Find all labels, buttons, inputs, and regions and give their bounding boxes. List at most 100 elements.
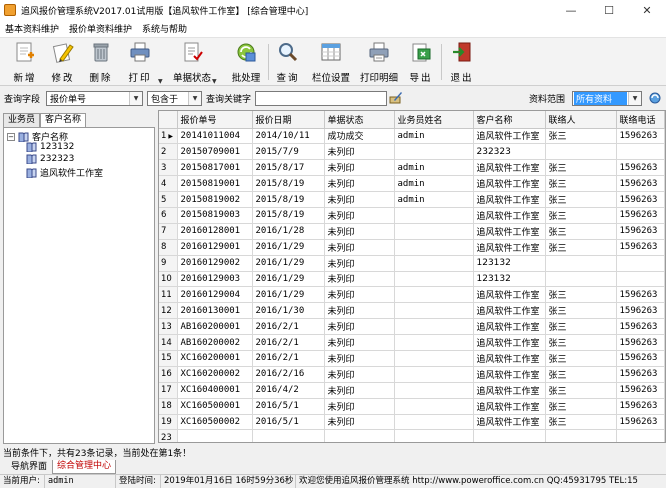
table-cell[interactable]: 张三: [545, 239, 617, 256]
table-cell[interactable]: [394, 398, 474, 415]
row-number[interactable]: 4: [159, 175, 178, 193]
table-cell[interactable]: 追风软件工作室: [473, 398, 546, 415]
query-keyword-input[interactable]: [255, 90, 387, 106]
table-cell[interactable]: [394, 382, 474, 399]
table-cell[interactable]: 20150819003: [177, 207, 253, 224]
table-cell[interactable]: 2015/7/9: [252, 143, 325, 161]
table-cell[interactable]: 张三: [545, 398, 617, 415]
table-row[interactable]: 2 20150709001 2015/7/9 未列印 232323: [159, 143, 665, 161]
table-cell[interactable]: [394, 366, 474, 383]
table-cell[interactable]: [394, 239, 474, 256]
column-header[interactable]: 客户名称: [473, 111, 546, 129]
tab-salesperson[interactable]: 业务员: [3, 113, 41, 127]
table-cell[interactable]: [616, 255, 665, 272]
table-cell[interactable]: 2016/1/29: [252, 271, 325, 288]
column-header[interactable]: 单据状态: [324, 111, 395, 129]
table-cell[interactable]: 未列印: [324, 350, 395, 367]
table-cell[interactable]: [394, 207, 474, 224]
table-cell[interactable]: 追风软件工作室: [473, 334, 546, 351]
table-cell[interactable]: [545, 429, 617, 442]
table-cell[interactable]: XC160500001: [177, 398, 253, 415]
row-number[interactable]: 18: [159, 398, 178, 415]
row-number[interactable]: 8: [159, 239, 178, 256]
table-cell[interactable]: 1596263: [616, 286, 665, 304]
table-cell[interactable]: [394, 414, 474, 431]
columns-button[interactable]: 栏位设置: [309, 41, 353, 84]
row-number[interactable]: 9: [159, 255, 178, 272]
table-cell[interactable]: [616, 271, 665, 288]
table-cell[interactable]: 2016/1/30: [252, 302, 325, 320]
table-cell[interactable]: 追风软件工作室: [473, 239, 546, 256]
menu-system-help[interactable]: 系统与帮助: [137, 22, 192, 35]
table-cell[interactable]: 2016/2/16: [252, 366, 325, 383]
table-cell[interactable]: 追风软件工作室: [473, 159, 546, 177]
table-cell[interactable]: [394, 271, 474, 288]
table-cell[interactable]: 未列印: [324, 191, 395, 208]
table-cell[interactable]: 追风软件工作室: [473, 318, 546, 336]
new-button[interactable]: 新增: [5, 41, 45, 84]
table-cell[interactable]: 张三: [545, 302, 617, 320]
table-cell[interactable]: 20160129004: [177, 286, 253, 304]
table-cell[interactable]: [616, 429, 665, 442]
table-cell[interactable]: 2016/1/29: [252, 255, 325, 272]
table-cell[interactable]: 1596263: [616, 239, 665, 256]
table-cell[interactable]: 追风软件工作室: [473, 207, 546, 224]
table-cell[interactable]: 张三: [545, 318, 617, 336]
column-header[interactable]: 报价单号: [177, 111, 253, 129]
table-row[interactable]: 16 XC160200002 2016/2/16 未列印 追风软件工作室 张三 159626…: [159, 366, 665, 383]
table-cell[interactable]: 2015/8/19: [252, 207, 325, 224]
table-cell[interactable]: [545, 271, 617, 288]
table-cell[interactable]: 2016/1/28: [252, 223, 325, 240]
table-cell[interactable]: XC160500002: [177, 414, 253, 431]
table-cell[interactable]: 2016/1/29: [252, 239, 325, 256]
table-row[interactable]: 6 20150819003 2015/8/19 未列印 追风软件工作室 张三 1596263: [159, 207, 665, 224]
table-cell[interactable]: 1596263: [616, 223, 665, 240]
table-cell[interactable]: XC160200002: [177, 366, 253, 383]
close-button[interactable]: ✕: [628, 0, 666, 20]
menu-basic-data[interactable]: 基本资料维护: [0, 22, 64, 35]
table-row[interactable]: 14 AB160200002 2016/2/1 未列印 追风软件工作室 张三 1596263: [159, 334, 665, 351]
tree-item[interactable]: 123132: [26, 142, 74, 152]
table-cell[interactable]: 2016/2/1: [252, 350, 325, 367]
row-number[interactable]: 12: [159, 302, 178, 320]
row-number[interactable]: 16: [159, 366, 178, 383]
table-cell[interactable]: 1596263: [616, 207, 665, 224]
table-cell[interactable]: 1596263: [616, 302, 665, 320]
table-row[interactable]: 17 XC160400001 2016/4/2 未列印 追风软件工作室 张三 1596263: [159, 382, 665, 399]
table-row[interactable]: 12 20160130001 2016/1/30 未列印 追风软件工作室 张三 159626…: [159, 302, 665, 320]
table-cell[interactable]: [394, 302, 474, 320]
table-cell[interactable]: 20160130001: [177, 302, 253, 320]
table-cell[interactable]: 张三: [545, 382, 617, 399]
column-header[interactable]: 联络电话: [616, 111, 665, 129]
table-row[interactable]: 1 ▶ 20141011004 2014/10/11 成功成交 admin 追风软件工作室张…: [159, 128, 665, 145]
table-cell[interactable]: [473, 429, 546, 442]
scope-select[interactable]: 所有资料 ▼: [572, 90, 642, 106]
table-cell[interactable]: 232323: [473, 143, 546, 161]
table-cell[interactable]: 张三: [545, 414, 617, 431]
table-cell[interactable]: 追风软件工作室: [473, 191, 546, 208]
print-dropdown-arrow-icon[interactable]: ▼: [158, 78, 163, 85]
refresh-icon[interactable]: [648, 91, 662, 105]
table-row[interactable]: 7 20160128001 2016/1/28 未列印 追风软件工作室 张三 1596263: [159, 223, 665, 240]
table-cell[interactable]: AB160200001: [177, 318, 253, 336]
batch-button[interactable]: 批处理: [226, 41, 266, 84]
minimize-button[interactable]: —: [552, 0, 590, 20]
table-cell[interactable]: 2016/1/29: [252, 286, 325, 304]
table-cell[interactable]: XC160400001: [177, 382, 253, 399]
collapse-icon[interactable]: −: [7, 132, 15, 141]
table-cell[interactable]: 2016/2/1: [252, 318, 325, 336]
keyboard-pen-icon[interactable]: [389, 91, 403, 105]
exit-button[interactable]: 退出: [442, 41, 482, 84]
table-cell[interactable]: 张三: [545, 223, 617, 240]
table-cell[interactable]: admin: [394, 159, 474, 177]
table-cell[interactable]: 2015/8/17: [252, 159, 325, 177]
table-cell[interactable]: 2016/5/1: [252, 398, 325, 415]
table-cell[interactable]: 20160129003: [177, 271, 253, 288]
table-cell[interactable]: 追风软件工作室: [473, 302, 546, 320]
table-cell[interactable]: 未列印: [324, 366, 395, 383]
table-cell[interactable]: 张三: [545, 286, 617, 304]
table-cell[interactable]: [394, 255, 474, 272]
row-number[interactable]: 5: [159, 191, 178, 208]
table-cell[interactable]: [394, 334, 474, 351]
table-cell[interactable]: [616, 143, 665, 161]
